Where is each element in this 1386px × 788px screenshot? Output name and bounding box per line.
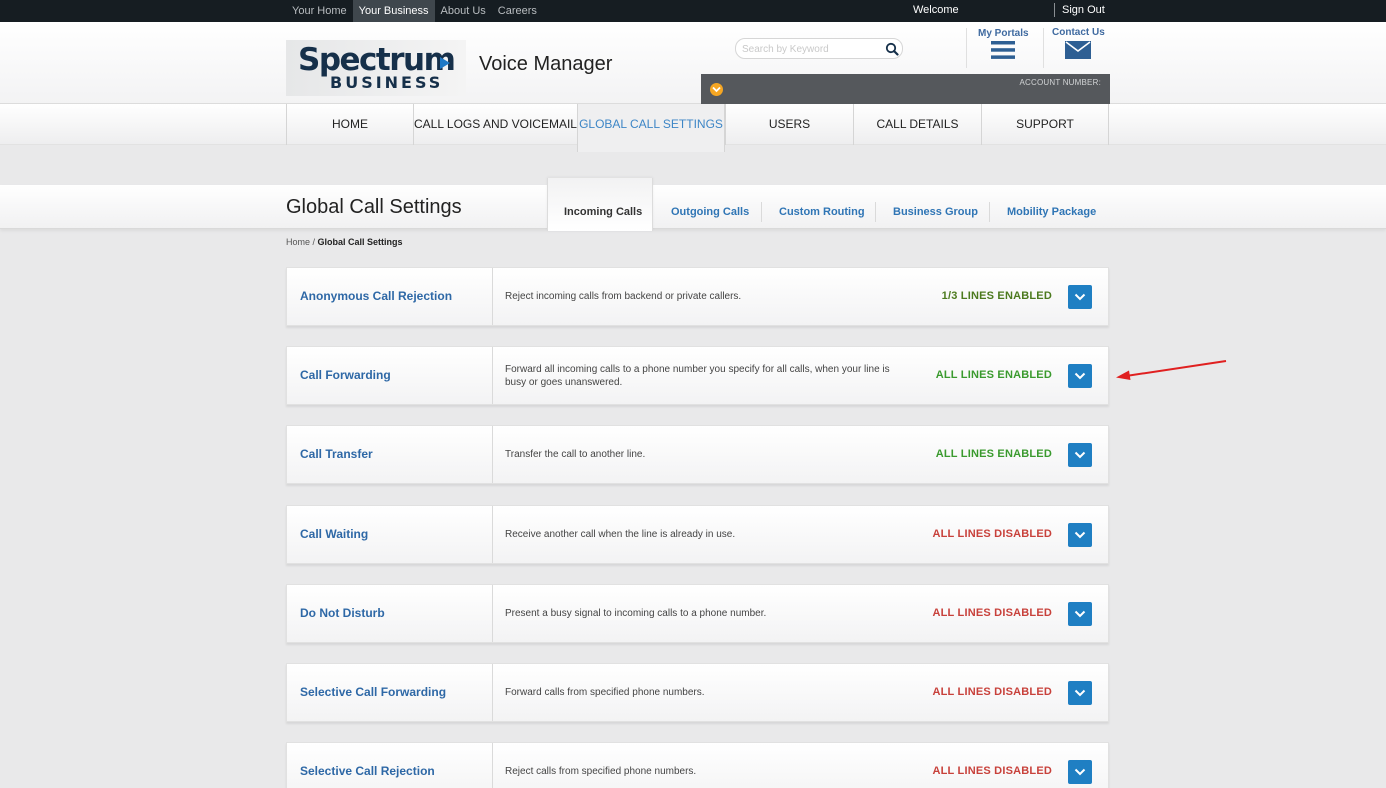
setting-row-call-transfer: Call Transfer Transfer the call to anoth… — [286, 425, 1109, 484]
status-badge: ALL LINES ENABLED — [935, 448, 1052, 460]
status-badge: ALL LINES DISABLED — [932, 765, 1052, 777]
sign-out-link[interactable]: Sign Out — [1062, 4, 1105, 16]
expand-button[interactable] — [1068, 285, 1092, 309]
chevron-down-icon — [1074, 451, 1086, 459]
chevron-down-icon — [1074, 768, 1086, 776]
row-divider — [492, 743, 493, 788]
status-badge: ALL LINES DISABLED — [932, 607, 1052, 619]
nav-global-call-settings[interactable]: GLOBAL CALL SETTINGS — [577, 104, 725, 152]
setting-row-selective-call-rejection: Selective Call Rejection Reject calls fr… — [286, 742, 1109, 788]
contact-us-label[interactable]: Contact Us — [1052, 27, 1105, 38]
chevron-down-icon — [1074, 610, 1086, 618]
subtab-outgoing-calls[interactable]: Outgoing Calls — [671, 206, 749, 218]
subtab-divider — [761, 202, 762, 222]
setting-row-selective-call-forwarding: Selective Call Forwarding Forward calls … — [286, 663, 1109, 722]
breadcrumb: Home / Global Call Settings — [286, 237, 403, 247]
active-subtab-background — [547, 178, 653, 231]
setting-row-call-waiting: Call Waiting Receive another call when t… — [286, 505, 1109, 564]
nav-support[interactable]: SUPPORT — [981, 104, 1109, 145]
setting-description: Transfer the call to another line. — [505, 449, 646, 460]
expand-button[interactable] — [1068, 523, 1092, 547]
spectrum-logo-sub: BUSINESS — [330, 73, 444, 92]
expand-button[interactable] — [1068, 443, 1092, 467]
setting-name[interactable]: Call Forwarding — [300, 347, 391, 404]
portals-divider — [966, 28, 967, 68]
top-utility-bar: Your Home Your Business About Us Careers… — [0, 0, 1386, 22]
search-input[interactable] — [742, 41, 874, 57]
subtab-business-group[interactable]: Business Group — [893, 206, 978, 218]
search-box — [735, 38, 903, 59]
top-nav-careers[interactable]: Careers — [492, 0, 543, 22]
nav-home[interactable]: HOME — [286, 104, 413, 145]
setting-name[interactable]: Call Transfer — [300, 426, 373, 483]
setting-row-call-forwarding: Call Forwarding Forward all incoming cal… — [286, 346, 1109, 405]
chevron-down-icon — [1074, 372, 1086, 380]
top-nav-about-us[interactable]: About Us — [435, 0, 492, 22]
expand-button[interactable] — [1068, 364, 1092, 388]
breadcrumb-current: Global Call Settings — [317, 237, 403, 247]
nav-call-details[interactable]: CALL DETAILS — [853, 104, 981, 145]
expand-button[interactable] — [1068, 760, 1092, 784]
setting-description: Present a busy signal to incoming calls … — [505, 608, 767, 619]
subtab-mobility-package[interactable]: Mobility Package — [1007, 206, 1096, 218]
logo-arrow-icon — [440, 57, 450, 69]
top-nav-your-business[interactable]: Your Business — [352, 0, 435, 22]
row-divider — [492, 426, 493, 483]
app-title: Voice Manager — [479, 53, 613, 75]
top-nav: Your Home Your Business About Us Careers — [286, 0, 543, 22]
my-portals-label[interactable]: My Portals — [978, 28, 1029, 39]
setting-row-do-not-disturb: Do Not Disturb Present a busy signal to … — [286, 584, 1109, 643]
setting-name[interactable]: Do Not Disturb — [300, 585, 385, 642]
row-divider — [492, 268, 493, 325]
expand-button[interactable] — [1068, 602, 1092, 626]
breadcrumb-home[interactable]: Home — [286, 237, 310, 247]
row-divider — [492, 347, 493, 404]
annotation-arrow-icon — [1116, 360, 1227, 380]
setting-description: Forward calls from specified phone numbe… — [505, 687, 705, 698]
setting-description: Forward all incoming calls to a phone nu… — [505, 363, 890, 388]
site-header: Spectrum BUSINESS Voice Manager My Porta… — [0, 22, 1386, 104]
main-nav: HOME CALL LOGS AND VOICEMAIL GLOBAL CALL… — [0, 104, 1386, 152]
status-badge: ALL LINES DISABLED — [932, 528, 1052, 540]
setting-name[interactable]: Anonymous Call Rejection — [300, 268, 452, 325]
account-dropdown-icon[interactable] — [710, 83, 723, 96]
chevron-down-icon — [1074, 531, 1086, 539]
account-number-label: ACCOUNT NUMBER: — [1019, 78, 1101, 87]
subtab-custom-routing[interactable]: Custom Routing — [779, 206, 865, 218]
subtab-incoming-calls[interactable]: Incoming Calls — [564, 206, 642, 218]
setting-name[interactable]: Selective Call Forwarding — [300, 664, 446, 721]
status-badge: 1/3 LINES ENABLED — [941, 290, 1052, 302]
breadcrumb-separator: / — [310, 237, 318, 247]
page-title: Global Call Settings — [286, 196, 462, 218]
setting-name[interactable]: Call Waiting — [300, 506, 368, 563]
welcome-text: Welcome — [913, 4, 959, 16]
account-bar: ACCOUNT NUMBER: — [701, 74, 1110, 104]
setting-description: Reject calls from specified phone number… — [505, 766, 697, 777]
setting-name[interactable]: Selective Call Rejection — [300, 743, 435, 788]
subtab-divider — [875, 202, 876, 222]
row-divider — [492, 506, 493, 563]
row-divider — [492, 585, 493, 642]
setting-row-anonymous-call-rejection: Anonymous Call Rejection Reject incoming… — [286, 267, 1109, 326]
row-divider — [492, 664, 493, 721]
hamburger-menu-icon[interactable] — [991, 40, 1015, 60]
nav-call-logs-voicemail[interactable]: CALL LOGS AND VOICEMAIL — [413, 104, 577, 145]
chevron-down-icon — [1074, 293, 1086, 301]
signout-divider — [1054, 3, 1055, 17]
subtab-divider — [989, 202, 990, 222]
status-badge: ALL LINES ENABLED — [935, 369, 1052, 381]
chevron-down-icon — [1074, 689, 1086, 697]
setting-description: Receive another call when the line is al… — [505, 529, 736, 540]
nav-users[interactable]: USERS — [725, 104, 853, 145]
search-icon[interactable] — [885, 42, 899, 56]
envelope-icon[interactable] — [1065, 41, 1091, 59]
top-nav-your-home[interactable]: Your Home — [286, 0, 353, 22]
expand-button[interactable] — [1068, 681, 1092, 705]
setting-description: Reject incoming calls from backend or pr… — [505, 291, 742, 302]
status-badge: ALL LINES DISABLED — [932, 686, 1052, 698]
contact-divider — [1043, 28, 1044, 68]
